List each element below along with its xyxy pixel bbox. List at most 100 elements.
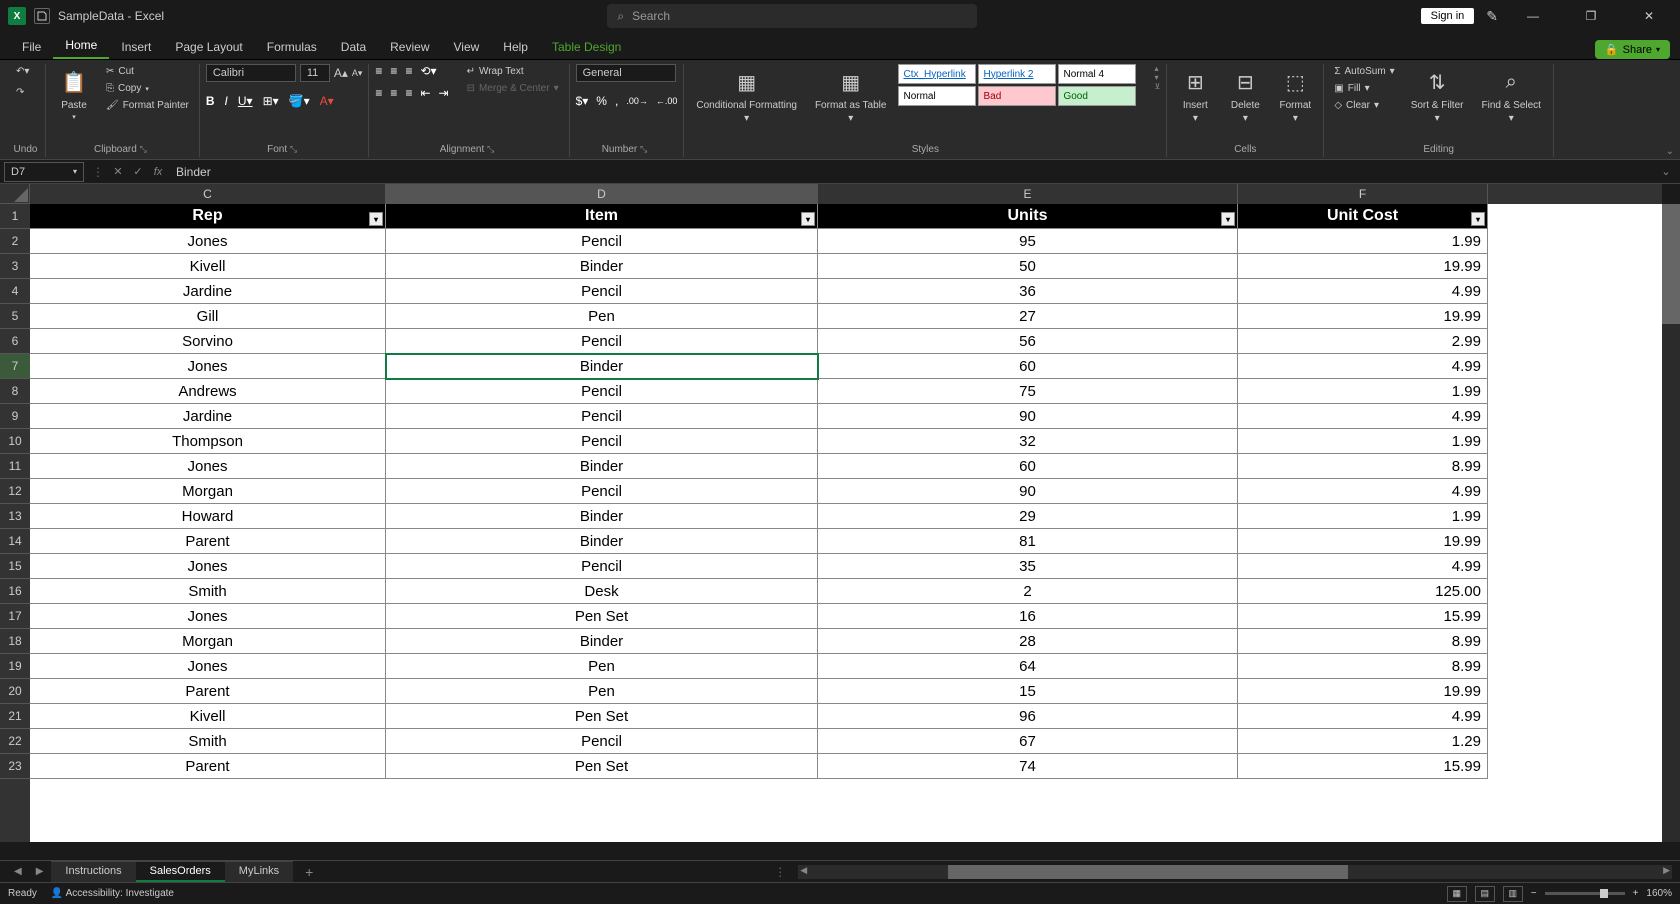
cell[interactable]: 1.99 — [1238, 429, 1488, 454]
row-header-14[interactable]: 14 — [0, 529, 30, 554]
cell[interactable]: Binder — [386, 529, 818, 554]
cell[interactable]: Pen Set — [386, 754, 818, 779]
fill-color-button[interactable]: 🪣▾ — [289, 94, 310, 108]
cell[interactable]: 27 — [818, 304, 1238, 329]
cell[interactable]: Pen Set — [386, 604, 818, 629]
signin-button[interactable]: Sign in — [1421, 8, 1475, 24]
ribbon-tab-data[interactable]: Data — [329, 35, 378, 59]
style-bad[interactable]: Bad — [978, 86, 1056, 106]
align-middle-icon[interactable]: ≡ — [390, 64, 397, 78]
cell[interactable]: 35 — [818, 554, 1238, 579]
comma-button[interactable]: , — [615, 94, 618, 108]
zoom-out-button[interactable]: − — [1531, 888, 1537, 899]
row-header-7[interactable]: 7 — [0, 354, 30, 379]
page-break-view-icon[interactable]: ▥ — [1503, 886, 1523, 902]
row-header-8[interactable]: 8 — [0, 379, 30, 404]
style-good[interactable]: Good — [1058, 86, 1136, 106]
cell[interactable]: Parent — [30, 529, 386, 554]
normal-view-icon[interactable]: ▦ — [1447, 886, 1467, 902]
border-button[interactable]: ⊞▾ — [263, 94, 279, 108]
row-header-20[interactable]: 20 — [0, 679, 30, 704]
align-left-icon[interactable]: ≡ — [375, 86, 382, 100]
cancel-formula-icon[interactable]: ✕ — [108, 162, 128, 182]
cell[interactable]: Morgan — [30, 479, 386, 504]
column-header-D[interactable]: D — [386, 184, 818, 204]
cell[interactable]: Jones — [30, 454, 386, 479]
filter-dropdown-icon[interactable]: ▾ — [369, 212, 383, 226]
cell[interactable]: 96 — [818, 704, 1238, 729]
ribbon-tab-view[interactable]: View — [442, 35, 492, 59]
redo-button[interactable]: ↷ — [12, 85, 28, 100]
row-header-6[interactable]: 6 — [0, 329, 30, 354]
column-header-C[interactable]: C — [30, 184, 386, 204]
cell[interactable]: 15 — [818, 679, 1238, 704]
font-name-select[interactable]: Calibri — [206, 64, 296, 82]
scroll-left-icon[interactable]: ◀ — [800, 865, 807, 876]
format-cells-button[interactable]: ⬚Format▾ — [1273, 64, 1317, 126]
row-header-5[interactable]: 5 — [0, 304, 30, 329]
cell[interactable]: 4.99 — [1238, 704, 1488, 729]
cell[interactable]: Jones — [30, 354, 386, 379]
row-header-18[interactable]: 18 — [0, 629, 30, 654]
cell[interactable]: 19.99 — [1238, 529, 1488, 554]
cell[interactable]: 125.00 — [1238, 579, 1488, 604]
row-header-4[interactable]: 4 — [0, 279, 30, 304]
increase-decimal-icon[interactable]: .00→ — [626, 96, 648, 106]
decrease-indent-icon[interactable]: ⇤ — [420, 86, 430, 100]
sheet-tab-salesorders[interactable]: SalesOrders — [136, 861, 225, 882]
bold-button[interactable]: B — [206, 94, 215, 108]
filter-dropdown-icon[interactable]: ▾ — [1471, 212, 1485, 226]
table-header-rep[interactable]: Rep▾ — [30, 204, 386, 229]
cell[interactable]: 8.99 — [1238, 654, 1488, 679]
collapse-ribbon-icon[interactable]: ⌄ — [1666, 146, 1674, 157]
select-all-corner[interactable] — [0, 184, 30, 204]
cell[interactable]: 74 — [818, 754, 1238, 779]
cell[interactable]: Smith — [30, 729, 386, 754]
copy-button[interactable]: ⎘Copy▾ — [102, 81, 193, 96]
row-header-15[interactable]: 15 — [0, 554, 30, 579]
row-header-2[interactable]: 2 — [0, 229, 30, 254]
wrap-text-button[interactable]: ↵Wrap Text — [463, 64, 563, 79]
cell[interactable]: Jones — [30, 229, 386, 254]
add-sheet-button[interactable]: + — [295, 864, 323, 880]
style-ctx-hyperlink[interactable]: Ctx_Hyperlink — [898, 64, 976, 84]
paste-button[interactable]: 📋 Paste ▾ — [52, 64, 96, 123]
row-header-10[interactable]: 10 — [0, 429, 30, 454]
cell[interactable]: Jardine — [30, 404, 386, 429]
cell[interactable]: Binder — [386, 504, 818, 529]
cell[interactable]: Thompson — [30, 429, 386, 454]
cell[interactable]: 4.99 — [1238, 279, 1488, 304]
zoom-slider[interactable] — [1545, 892, 1625, 895]
horizontal-scrollbar[interactable]: ◀ ▶ — [798, 865, 1672, 879]
autosum-button[interactable]: ΣAutoSum▾ — [1330, 64, 1398, 79]
sheet-nav-next[interactable]: ▶ — [30, 866, 50, 877]
cell[interactable]: 28 — [818, 629, 1238, 654]
table-header-units[interactable]: Units▾ — [818, 204, 1238, 229]
gallery-up-icon[interactable]: ▴ — [1154, 64, 1160, 73]
fx-icon[interactable]: fx — [148, 162, 168, 182]
cell[interactable]: 4.99 — [1238, 554, 1488, 579]
merge-center-button[interactable]: ⊟Merge & Center▾ — [463, 81, 563, 96]
cell[interactable]: Binder — [386, 454, 818, 479]
cell[interactable]: Binder — [386, 629, 818, 654]
cell[interactable]: 15.99 — [1238, 754, 1488, 779]
clear-button[interactable]: ◇Clear▾ — [1330, 98, 1398, 113]
cell[interactable]: Pen — [386, 654, 818, 679]
align-top-icon[interactable]: ≡ — [375, 64, 382, 78]
ribbon-tab-home[interactable]: Home — [53, 33, 109, 59]
table-header-item[interactable]: Item▾ — [386, 204, 818, 229]
ribbon-tab-review[interactable]: Review — [378, 35, 441, 59]
zoom-level[interactable]: 160% — [1646, 888, 1672, 899]
cell[interactable]: Sorvino — [30, 329, 386, 354]
close-button[interactable]: ✕ — [1626, 0, 1672, 32]
cell[interactable]: 19.99 — [1238, 679, 1488, 704]
sort-filter-button[interactable]: ⇅Sort & Filter▾ — [1405, 64, 1470, 126]
align-right-icon[interactable]: ≡ — [405, 86, 412, 100]
ribbon-tab-formulas[interactable]: Formulas — [255, 35, 329, 59]
column-header-F[interactable]: F — [1238, 184, 1488, 204]
dialog-launcher-icon[interactable]: ⤡ — [290, 144, 301, 154]
cell[interactable]: 36 — [818, 279, 1238, 304]
increase-font-icon[interactable]: A▴ — [334, 66, 348, 80]
cell[interactable]: Parent — [30, 754, 386, 779]
orientation-icon[interactable]: ⟲▾ — [420, 64, 436, 78]
